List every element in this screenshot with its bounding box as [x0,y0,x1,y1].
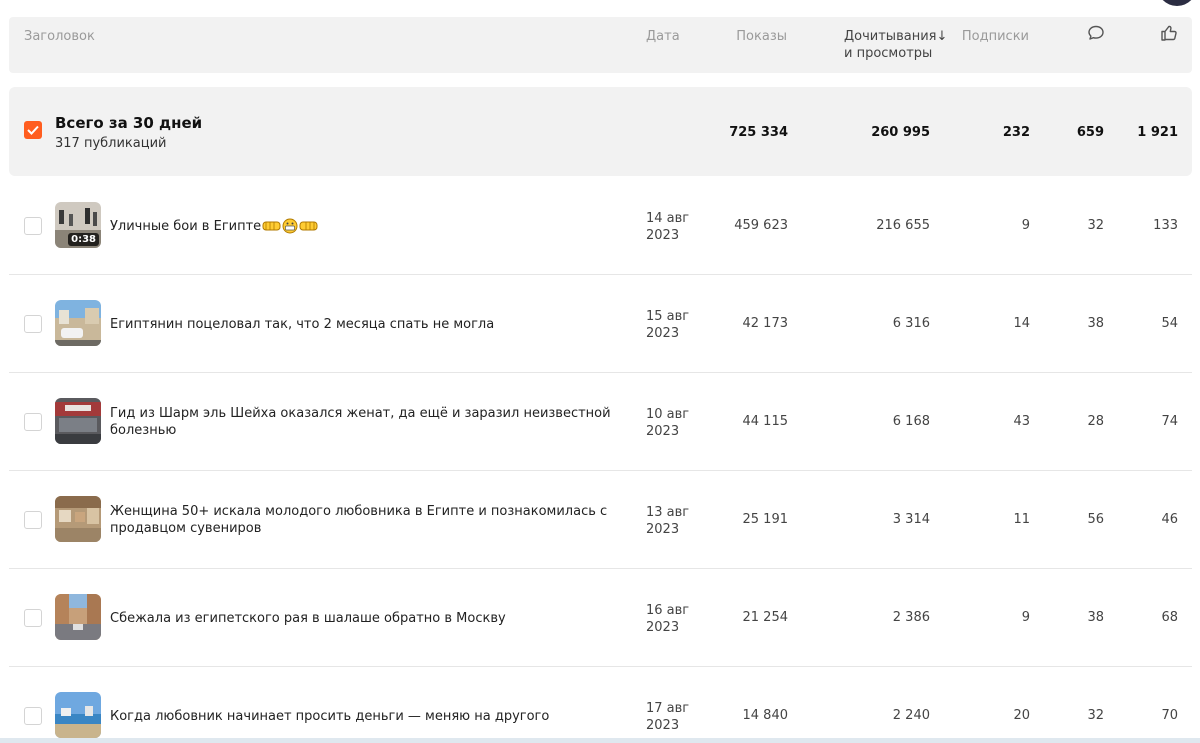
fist-left-emoji-icon [262,221,281,231]
publication-date: 17 авг 2023 [646,701,690,733]
row-reads: 3 314 [892,512,930,527]
table-row[interactable]: Когда любовник начинает просить деньги —… [9,667,1192,743]
publication-date: 15 авг 2023 [646,309,690,341]
total-summary-row: Всего за 30 дней 317 публикаций 725 334 … [9,87,1192,176]
total-likes: 1 921 [1137,125,1178,140]
row-checkbox[interactable] [24,511,42,529]
publication-date: 13 авг 2023 [646,505,690,537]
row-likes: 46 [1161,512,1178,527]
row-subs: 43 [1013,414,1030,429]
total-subs: 232 [1002,125,1030,140]
publication-date: 14 авг 2023 [646,211,690,243]
reads-sublabel: и просмотры [844,46,933,61]
article-thumbnail[interactable] [55,398,101,444]
publication-title[interactable]: Женщина 50+ искала молодого любовника в … [110,471,635,569]
row-checkbox[interactable] [24,609,42,627]
row-checkbox[interactable] [24,217,42,235]
total-reads: 260 995 [871,125,930,140]
table-row[interactable]: Женщина 50+ искала молодого любовника в … [9,471,1192,569]
check-icon [27,125,39,135]
row-likes: 68 [1161,610,1178,625]
row-reads: 2 386 [892,610,930,625]
publication-title[interactable]: Сбежала из египетского рая в шалаше обра… [110,569,635,667]
row-subs: 11 [1013,512,1030,527]
row-subs: 20 [1013,708,1030,723]
row-subs: 9 [1021,610,1030,625]
row-views: 21 254 [742,610,789,625]
row-reads: 2 240 [892,708,930,723]
row-views: 42 173 [742,316,789,331]
row-reads: 6 316 [892,316,930,331]
comment-icon[interactable] [1086,23,1106,43]
grimacing-face-emoji-icon [282,218,298,234]
sort-desc-icon: ↓ [936,29,948,44]
column-header-subs[interactable]: Подписки [962,28,1029,45]
row-views: 44 115 [742,414,789,429]
reads-label: Дочитывания [844,29,937,44]
row-checkbox[interactable] [24,315,42,333]
table-row[interactable]: Гид из Шарм эль Шейха оказался женат, да… [9,373,1192,471]
table-row[interactable]: Египтянин поцеловал так, что 2 месяца сп… [9,275,1192,373]
article-thumbnail[interactable] [55,594,101,640]
table-header: Заголовок Дата Показы Дочитывания↓ и про… [9,17,1192,73]
row-views: 459 623 [734,218,788,233]
user-avatar[interactable] [1157,0,1197,6]
row-comments: 38 [1087,610,1104,625]
total-publications-count: 317 публикаций [55,136,167,151]
publication-title[interactable]: Уличные бои в Египте [110,177,635,275]
article-thumbnail[interactable] [55,692,101,738]
row-views: 14 840 [742,708,789,723]
row-likes: 133 [1153,218,1178,233]
total-title: Всего за 30 дней [55,114,203,132]
total-views: 725 334 [729,125,788,140]
row-comments: 38 [1087,316,1104,331]
row-comments: 56 [1087,512,1104,527]
row-comments: 32 [1087,218,1104,233]
select-all-checkbox[interactable] [24,121,42,139]
row-likes: 74 [1161,414,1178,429]
row-checkbox[interactable] [24,707,42,725]
column-header-date[interactable]: Дата [646,28,680,45]
video-thumbnail[interactable]: 0:38 [55,202,101,248]
row-comments: 32 [1087,708,1104,723]
article-thumbnail[interactable] [55,300,101,346]
row-reads: 216 655 [876,218,930,233]
publication-date: 16 авг 2023 [646,603,690,635]
bottom-divider [0,738,1200,743]
total-comments: 659 [1076,125,1104,140]
row-reads: 6 168 [892,414,930,429]
fist-right-emoji-icon [299,221,318,231]
publication-date: 10 авг 2023 [646,407,690,439]
publication-title[interactable]: Когда любовник начинает просить деньги —… [110,667,635,743]
publication-title[interactable]: Гид из Шарм эль Шейха оказался женат, да… [110,373,635,471]
table-row[interactable]: 0:38 Уличные бои в Египте 14 авг 2023 459… [9,177,1192,275]
video-duration: 0:38 [68,233,99,246]
table-row[interactable]: Сбежала из египетского рая в шалаше обра… [9,569,1192,667]
column-header-reads[interactable]: Дочитывания↓ и просмотры [844,28,947,62]
row-likes: 54 [1161,316,1178,331]
row-likes: 70 [1161,708,1178,723]
row-comments: 28 [1087,414,1104,429]
column-header-title[interactable]: Заголовок [24,28,95,45]
row-views: 25 191 [742,512,789,527]
column-header-views[interactable]: Показы [736,28,787,45]
row-subs: 14 [1013,316,1030,331]
row-checkbox[interactable] [24,413,42,431]
thumbs-up-icon[interactable] [1159,23,1179,43]
article-thumbnail[interactable] [55,496,101,542]
row-subs: 9 [1021,218,1030,233]
publication-title[interactable]: Египтянин поцеловал так, что 2 месяца сп… [110,275,635,373]
